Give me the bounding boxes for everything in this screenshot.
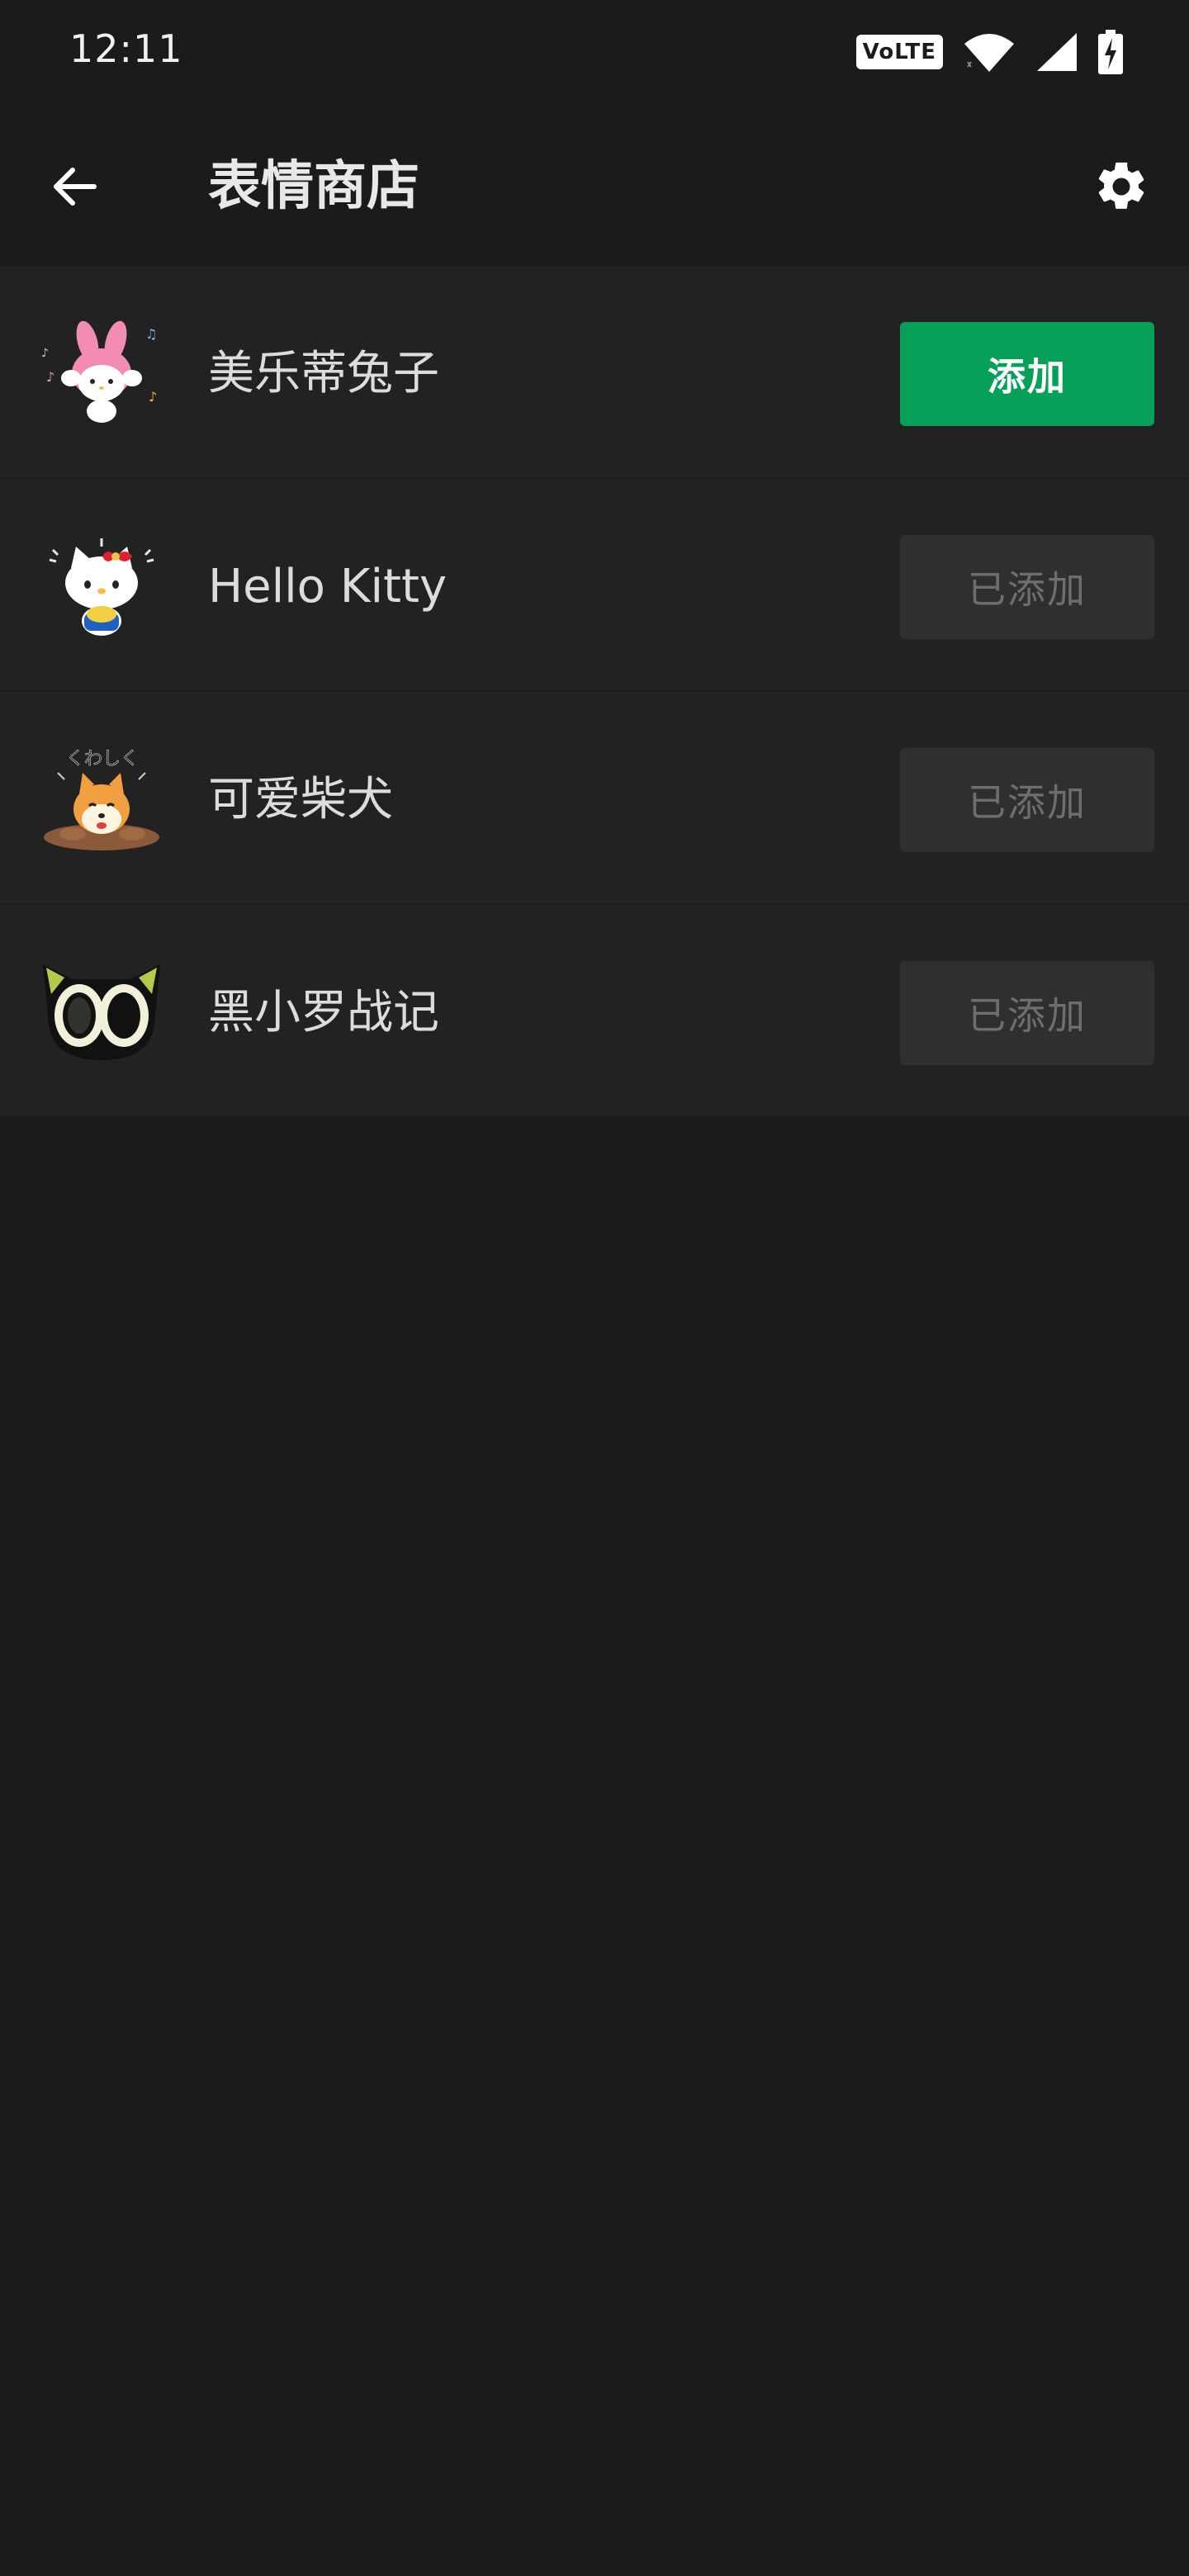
sticker-list: ♪ ♫ ♪ ♪ 美乐蒂兔子 添加 Hello Kitty 已添加 くわしく 可爱…: [0, 266, 1189, 1118]
status-bar: 12:11 VoLTE: [0, 0, 1189, 104]
hello-kitty-icon: [49, 538, 154, 636]
my-melody-icon: ♪ ♫ ♪ ♪: [41, 320, 157, 423]
settings-button[interactable]: [1087, 152, 1156, 221]
shiba-dog-icon: くわしく: [44, 749, 159, 850]
list-item[interactable]: Hello Kitty 已添加: [0, 479, 1189, 692]
app-bar: 表情商店: [0, 104, 1189, 266]
sticker-name: 黑小罗战记: [208, 986, 439, 1039]
wifi-icon: [964, 34, 1014, 72]
svg-text:くわしく: くわしく: [66, 749, 139, 769]
svg-text:♫: ♫: [145, 326, 157, 342]
arrow-left-icon: [54, 168, 97, 206]
added-button[interactable]: 已添加: [900, 961, 1154, 1065]
volte-icon: VoLTE: [855, 35, 943, 69]
sticker-name: Hello Kitty: [208, 560, 448, 613]
sticker-name: 美乐蒂兔子: [208, 347, 439, 400]
back-button[interactable]: [40, 152, 109, 221]
svg-text:♪: ♪: [46, 369, 54, 385]
status-icons: VoLTE: [855, 30, 1123, 74]
list-item[interactable]: 黑小罗战记 已添加: [0, 905, 1189, 1118]
cell-signal-icon: [1037, 33, 1077, 71]
status-time: 12:11: [69, 26, 183, 71]
add-button[interactable]: 添加: [900, 322, 1154, 426]
added-button[interactable]: 已添加: [900, 535, 1154, 639]
sticker-name: 可爱柴犬: [208, 773, 393, 826]
list-item[interactable]: ♪ ♫ ♪ ♪ 美乐蒂兔子 添加: [0, 266, 1189, 479]
added-button[interactable]: 已添加: [900, 748, 1154, 852]
svg-text:♪: ♪: [149, 389, 157, 405]
gear-icon: [1098, 162, 1144, 209]
battery-charging-icon: [1098, 30, 1123, 74]
page-title: 表情商店: [208, 156, 419, 217]
svg-text:♪: ♪: [41, 347, 49, 360]
black-cat-icon: [43, 964, 160, 1060]
list-item[interactable]: くわしく 可爱柴犬 已添加: [0, 692, 1189, 905]
